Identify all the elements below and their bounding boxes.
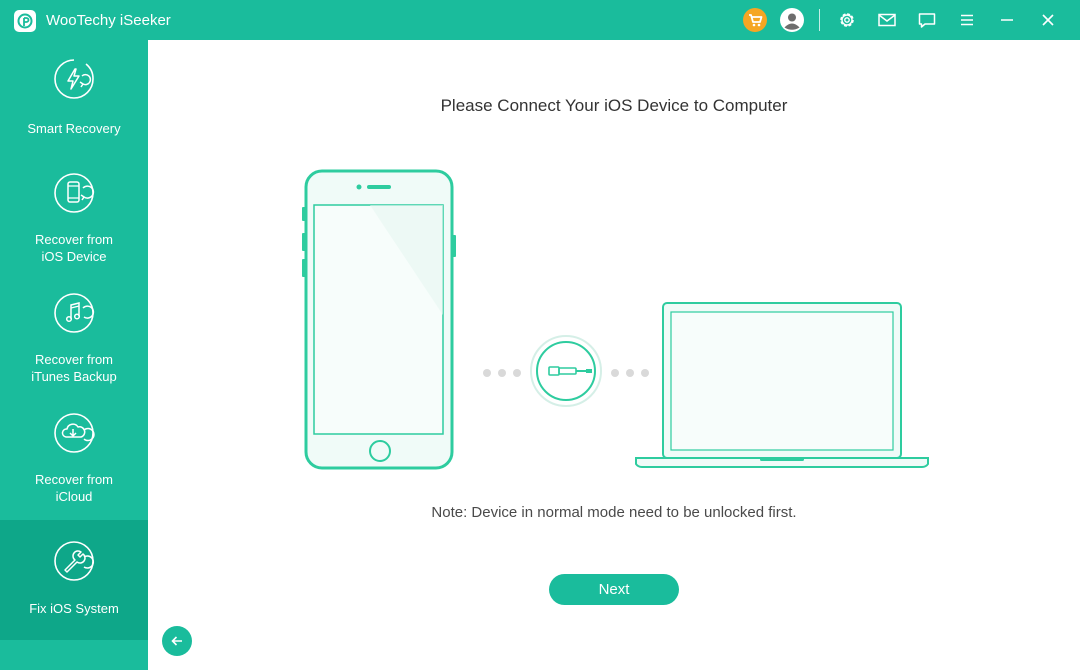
smart-recovery-icon bbox=[51, 56, 97, 102]
app-logo-icon bbox=[14, 10, 36, 32]
mail-icon[interactable] bbox=[875, 8, 899, 32]
sidebar-item-ios-device[interactable]: Recover from iOS Device bbox=[0, 160, 148, 280]
sidebar-item-smart-recovery[interactable]: Smart Recovery bbox=[0, 40, 148, 160]
connect-device-illustration bbox=[302, 169, 929, 470]
icloud-icon bbox=[51, 410, 97, 456]
itunes-backup-icon bbox=[51, 290, 97, 336]
unlock-note: Note: Device in normal mode need to be u… bbox=[431, 504, 797, 521]
gear-icon[interactable] bbox=[835, 8, 859, 32]
title-bar: WooTechy iSeeker bbox=[0, 0, 1080, 40]
arrow-left-icon bbox=[171, 636, 182, 646]
next-button[interactable]: Next bbox=[549, 574, 679, 605]
app-title: WooTechy iSeeker bbox=[46, 12, 171, 29]
close-icon[interactable] bbox=[1036, 8, 1060, 32]
titlebar-divider bbox=[819, 9, 820, 31]
back-button[interactable] bbox=[162, 626, 192, 656]
chat-icon[interactable] bbox=[915, 8, 939, 32]
sidebar-item-label: Recover from iTunes Backup bbox=[31, 352, 117, 384]
minimize-icon[interactable] bbox=[995, 8, 1019, 32]
iphone-icon bbox=[302, 169, 456, 470]
sidebar: Smart Recovery Recover from iOS Device R… bbox=[0, 40, 148, 670]
ios-device-icon bbox=[51, 170, 97, 216]
sidebar-item-label: Smart Recovery bbox=[27, 121, 121, 136]
sidebar-item-label: Recover from iCloud bbox=[34, 472, 114, 504]
usb-cable-icon bbox=[530, 335, 602, 407]
wrench-icon bbox=[51, 538, 97, 584]
sidebar-item-label: Recover from iOS Device bbox=[34, 232, 114, 264]
sidebar-item-icloud[interactable]: Recover from iCloud bbox=[0, 400, 148, 520]
sidebar-item-fix-ios-system[interactable]: Fix iOS System bbox=[0, 520, 148, 640]
sidebar-item-itunes-backup[interactable]: Recover from iTunes Backup bbox=[0, 280, 148, 400]
laptop-icon bbox=[635, 302, 929, 468]
menu-icon[interactable] bbox=[955, 8, 979, 32]
shopping-cart-icon[interactable] bbox=[743, 8, 767, 32]
page-title: Please Connect Your iOS Device to Comput… bbox=[440, 96, 788, 115]
sidebar-item-label: Fix iOS System bbox=[29, 601, 119, 616]
user-icon[interactable] bbox=[780, 8, 804, 32]
